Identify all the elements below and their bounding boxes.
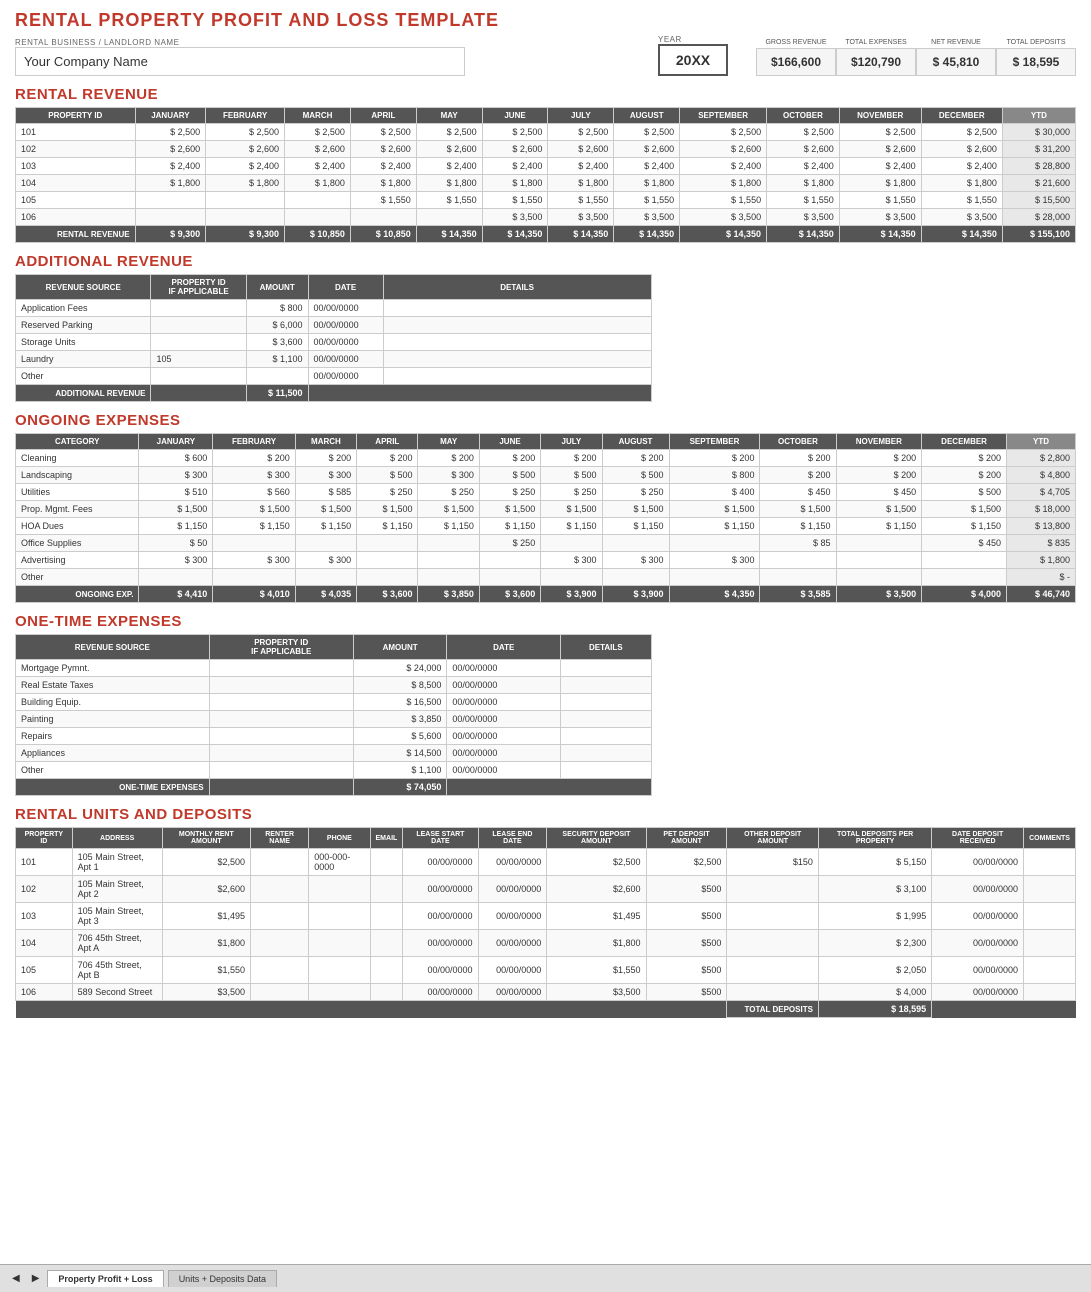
deposits-table: PROPERTY IDADDRESSMONTHLY RENT AMOUNTREN…	[15, 827, 1076, 1018]
main-title: RENTAL PROPERTY PROFIT AND LOSS TEMPLATE	[15, 10, 1076, 31]
table-row: 102105 Main Street, Apt 2$2,60000/00/000…	[16, 876, 1076, 903]
total-deposits-value: $ 18,595	[996, 48, 1076, 76]
total-expenses-label: TOTAL EXPENSES	[836, 39, 916, 46]
table-row: Repairs$ 5,60000/00/0000	[16, 728, 652, 745]
table-row: 103$ 2,400$ 2,400$ 2,400$ 2,400$ 2,400$ …	[16, 158, 1076, 175]
tab-property-profit-loss[interactable]: Property Profit + Loss	[47, 1270, 163, 1287]
total-deposits-footer-value: $ 18,595	[818, 1001, 931, 1018]
total-expenses-value: $120,790	[836, 48, 916, 76]
tab-prev-arrow[interactable]: ◀	[8, 1271, 24, 1286]
table-row: Prop. Mgmt. Fees$ 1,500$ 1,500$ 1,500$ 1…	[16, 501, 1076, 518]
table-row: Other00/00/0000	[16, 368, 652, 385]
additional-revenue-section-title: ADDITIONAL REVENUE	[15, 253, 1076, 270]
rental-revenue-table: PROPERTY IDJANUARYFEBRUARYMARCHAPRILMAYJ…	[15, 107, 1076, 243]
tab-bar: ◀ ▶ Property Profit + Loss Units + Deposi…	[0, 1264, 1091, 1292]
table-row: 101105 Main Street, Apt 1$2,500000-000-0…	[16, 849, 1076, 876]
table-row: 105$ 1,550$ 1,550$ 1,550$ 1,550$ 1,550$ …	[16, 192, 1076, 209]
company-name-input[interactable]	[15, 47, 465, 76]
gross-revenue-label: GROSS REVENUE	[756, 39, 836, 46]
ongoing-expenses-section-title: ONGOING EXPENSES	[15, 412, 1076, 429]
table-row: Laundry105$ 1,10000/00/0000	[16, 351, 652, 368]
table-row: Utilities$ 510$ 560$ 585$ 250$ 250$ 250$…	[16, 484, 1076, 501]
net-revenue-value: $ 45,810	[916, 48, 996, 76]
table-row: Cleaning$ 600$ 200$ 200$ 200$ 200$ 200$ …	[16, 450, 1076, 467]
table-row: 104706 45th Street, Apt A$1,80000/00/000…	[16, 930, 1076, 957]
total-deposits-footer-label: TOTAL DEPOSITS	[727, 1001, 819, 1018]
one-time-expenses-table: REVENUE SOURCEPROPERTY IDif applicableAM…	[15, 634, 652, 796]
year-label: YEAR	[658, 35, 728, 44]
table-row: 106$ 3,500$ 3,500$ 3,500$ 3,500$ 3,500$ …	[16, 209, 1076, 226]
table-row: Painting$ 3,85000/00/0000	[16, 711, 652, 728]
table-row: Other$ -	[16, 569, 1076, 586]
rental-revenue-section-title: RENTAL REVENUE	[15, 86, 1076, 103]
table-row: 105706 45th Street, Apt B$1,55000/00/000…	[16, 957, 1076, 984]
tab-next-arrow[interactable]: ▶	[28, 1271, 44, 1286]
table-row: Reserved Parking$ 6,00000/00/0000	[16, 317, 652, 334]
table-row: Mortgage Pymnt.$ 24,00000/00/0000	[16, 660, 652, 677]
table-row: Storage Units$ 3,60000/00/0000	[16, 334, 652, 351]
table-row: 106589 Second Street$3,50000/00/000000/0…	[16, 984, 1076, 1001]
table-row: 102$ 2,600$ 2,600$ 2,600$ 2,600$ 2,600$ …	[16, 141, 1076, 158]
table-row: Application Fees$ 80000/00/0000	[16, 300, 652, 317]
table-row: Real Estate Taxes$ 8,50000/00/0000	[16, 677, 652, 694]
table-row: 103105 Main Street, Apt 3$1,49500/00/000…	[16, 903, 1076, 930]
gross-revenue-value: $166,600	[756, 48, 836, 76]
table-row: Landscaping$ 300$ 300$ 300$ 500$ 300$ 50…	[16, 467, 1076, 484]
one-time-expenses-section-title: ONE-TIME EXPENSES	[15, 613, 1076, 630]
table-row: Appliances$ 14,50000/00/0000	[16, 745, 652, 762]
net-revenue-label: NET REVENUE	[916, 39, 996, 46]
sub-label: RENTAL BUSINESS / LANDLORD NAME	[15, 38, 620, 47]
table-row: Office Supplies$ 50$ 250$ 85$ 450$ 835	[16, 535, 1076, 552]
additional-revenue-table: REVENUE SOURCEPROPERTY IDif applicableAM…	[15, 274, 652, 402]
table-row: 101$ 2,500$ 2,500$ 2,500$ 2,500$ 2,500$ …	[16, 124, 1076, 141]
total-deposits-header-label: TOTAL DEPOSITS	[996, 39, 1076, 46]
year-value: 20XX	[658, 44, 728, 76]
table-row: 104$ 1,800$ 1,800$ 1,800$ 1,800$ 1,800$ …	[16, 175, 1076, 192]
tab-units-deposits-data[interactable]: Units + Deposits Data	[168, 1270, 277, 1287]
deposits-section-title: RENTAL UNITS AND DEPOSITS	[15, 806, 1076, 823]
table-row: Advertising$ 300$ 300$ 300$ 300$ 300$ 30…	[16, 552, 1076, 569]
table-row: Building Equip.$ 16,50000/00/0000	[16, 694, 652, 711]
ongoing-expenses-table: CATEGORYJANUARYFEBRUARYMARCHAPRILMAYJUNE…	[15, 433, 1076, 603]
table-row: HOA Dues$ 1,150$ 1,150$ 1,150$ 1,150$ 1,…	[16, 518, 1076, 535]
table-row: Other$ 1,10000/00/0000	[16, 762, 652, 779]
